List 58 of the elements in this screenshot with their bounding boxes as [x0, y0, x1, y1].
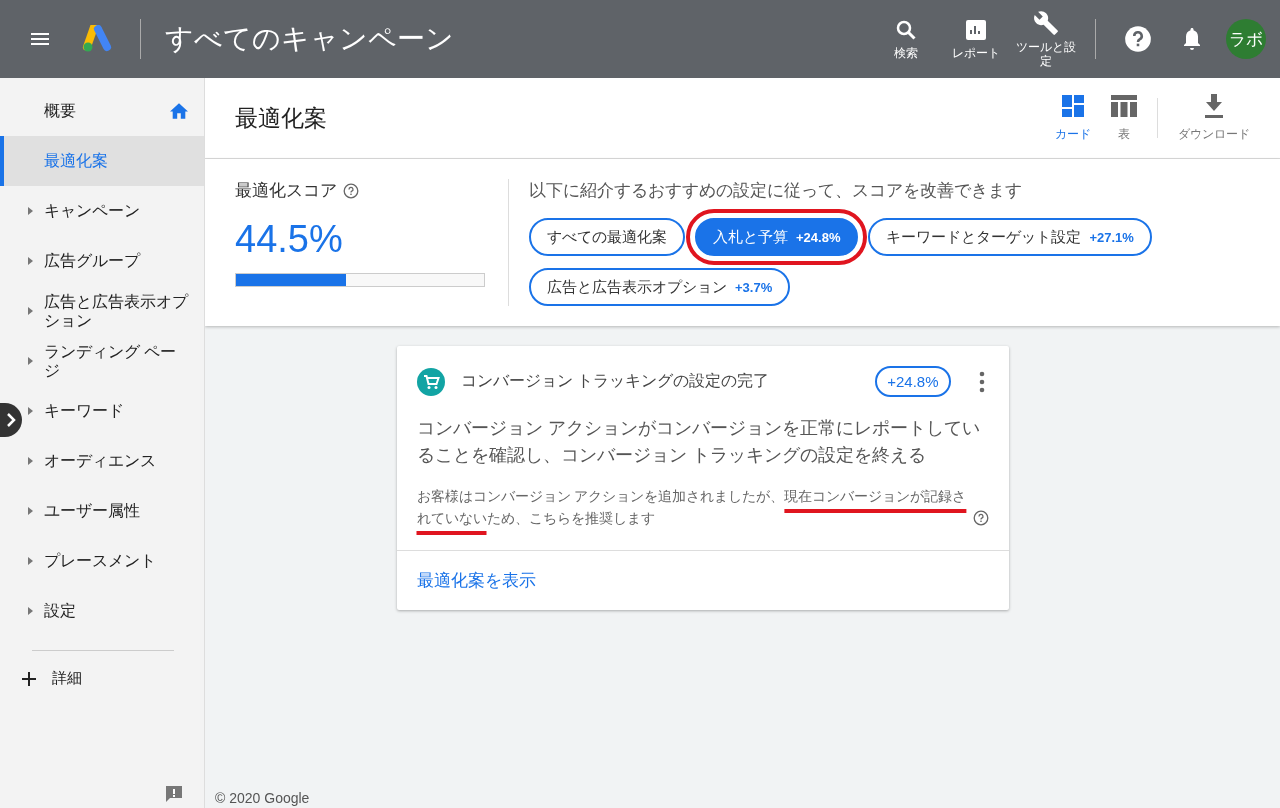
card-title: コンバージョン トラッキングの設定の完了 [460, 371, 770, 391]
expand-arrow-icon [28, 357, 34, 365]
filter-chip[interactable]: キーワードとターゲット設定 +27.1% [868, 218, 1152, 256]
expand-arrow-icon [28, 307, 34, 315]
table-view-tab[interactable]: 表 [1101, 93, 1147, 143]
table-icon [1111, 93, 1137, 118]
help-icon[interactable] [1124, 25, 1152, 53]
view-recommendation-link[interactable]: 最適化案を表示 [416, 570, 536, 590]
filters-intro: 以下に紹介するおすすめの設定に従って、スコアを改善できます [529, 180, 1023, 202]
sidebar-item[interactable]: プレースメント [22, 536, 204, 586]
filter-chip[interactable]: 広告と広告表示オプション +3.7% [529, 268, 791, 306]
expand-arrow-icon [28, 557, 34, 565]
plus-icon [22, 671, 36, 686]
card-headline: コンバージョン アクションがコンバージョンを正常にレポートしていることを確認し、コンバージョン トラッキングの設定を終える [416, 417, 981, 467]
download-button[interactable]: ダウンロード [1168, 93, 1260, 143]
sidebar-item[interactable]: 概要 [22, 86, 204, 136]
home-icon [170, 103, 188, 119]
page-title: すべてのキャンペーン [165, 22, 454, 56]
sidebar-item[interactable]: キャンペーン [22, 186, 204, 236]
copyright: © 2020 Google [214, 790, 311, 808]
expand-panel-button[interactable] [0, 403, 22, 437]
tools-button[interactable]: ツールと設定 [1013, 9, 1079, 69]
expand-arrow-icon [28, 457, 34, 465]
sidebar-item[interactable]: 広告と広告表示オプション [22, 286, 204, 336]
more-button[interactable]: 詳細 [0, 665, 104, 692]
search-button[interactable]: 検索 [873, 17, 939, 61]
cart-icon [416, 367, 445, 396]
filter-chip[interactable]: すべての最適化案 [529, 218, 685, 256]
help-icon[interactable] [972, 509, 989, 526]
sidebar-item[interactable]: オーディエンス [22, 436, 204, 486]
chevron-right-icon [5, 413, 17, 427]
score-label: 最適化スコア [235, 180, 337, 202]
score-value: 44.5% [235, 218, 344, 261]
download-icon [1203, 93, 1225, 118]
cards-view-tab[interactable]: カード [1045, 93, 1101, 143]
section-title: 最適化案 [235, 103, 327, 133]
expand-arrow-icon [28, 507, 34, 515]
bar-chart-icon [964, 17, 988, 42]
sidebar-item[interactable]: 広告グループ [22, 236, 204, 286]
card-reason: お客様はコンバージョン アクションを追加されましたが、現在コンバージョンが記録されていないため、こちらを推奨します [416, 487, 967, 529]
sidebar-item[interactable]: ユーザー属性 [22, 486, 204, 536]
expand-arrow-icon [28, 257, 34, 265]
wrench-icon [1033, 9, 1059, 36]
uplift-badge: +24.8% [875, 366, 951, 397]
help-icon[interactable] [343, 182, 359, 199]
sidebar-item[interactable]: 設定 [22, 586, 204, 636]
grid-icon [1061, 93, 1085, 118]
expand-arrow-icon [28, 207, 34, 215]
sidebar-item[interactable]: ランディング ページ [22, 336, 204, 386]
sidebar-item[interactable]: キーワード [22, 386, 204, 436]
expand-arrow-icon [28, 607, 34, 615]
feedback-icon[interactable] [164, 784, 184, 804]
expand-arrow-icon [28, 407, 34, 415]
more-options-icon[interactable] [978, 370, 985, 393]
logo-icon [82, 25, 114, 53]
sidebar-item[interactable]: 最適化案 [0, 136, 204, 186]
account-avatar[interactable]: ラボ [1226, 19, 1266, 59]
report-button[interactable]: レポート [943, 17, 1009, 61]
